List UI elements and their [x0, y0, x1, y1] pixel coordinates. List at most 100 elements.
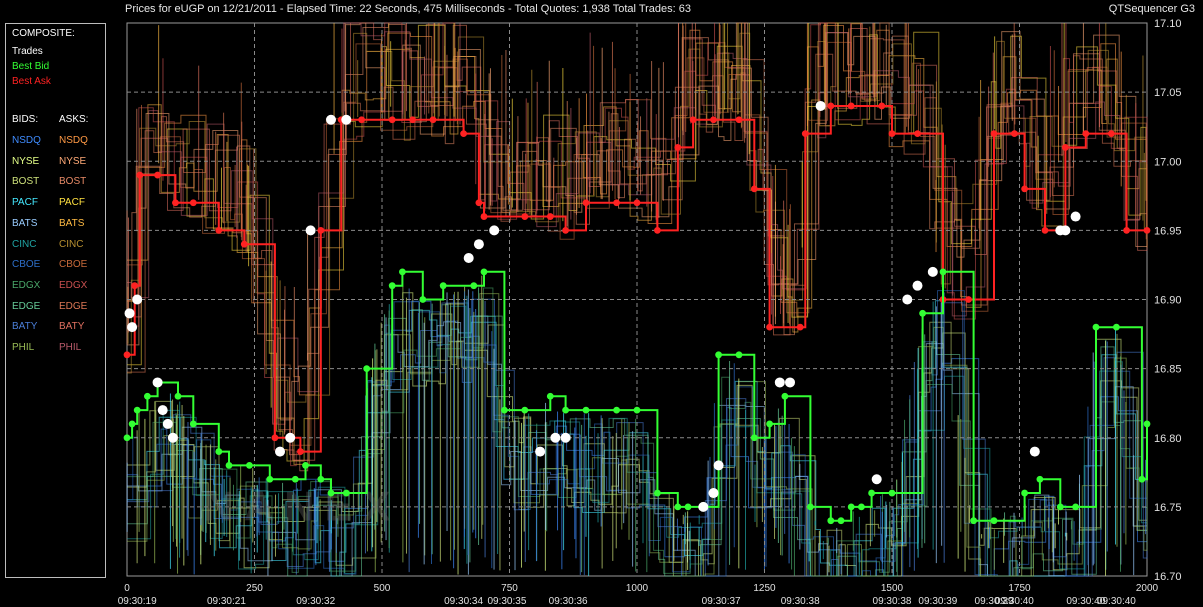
- y-tick-label: 16.95: [1154, 225, 1182, 237]
- data-point-best-ask: [735, 116, 743, 124]
- data-point-best-ask: [1143, 226, 1151, 234]
- data-point-best-bid: [317, 475, 325, 483]
- data-point-trade: [902, 294, 913, 305]
- x-tick-label: 1000: [626, 583, 649, 594]
- data-point-best-bid: [246, 462, 253, 469]
- y-tick-label: 17.05: [1154, 87, 1182, 99]
- y-tick-label: 17.10: [1154, 18, 1182, 30]
- time-label: 09:30:38: [873, 596, 912, 607]
- data-point-best-ask: [317, 226, 325, 234]
- data-point-trade: [489, 225, 500, 236]
- data-point-best-bid: [781, 392, 789, 400]
- data-point-trade: [1060, 225, 1071, 236]
- time-label: 09:30:40: [995, 596, 1034, 607]
- data-point-best-bid: [684, 503, 692, 511]
- data-point-trade: [473, 239, 484, 250]
- data-point-best-bid: [419, 296, 427, 303]
- data-point-best-ask: [460, 130, 467, 138]
- data-point-best-bid: [1056, 503, 1064, 511]
- data-point-best-ask: [215, 226, 223, 234]
- data-point-best-bid: [128, 420, 136, 428]
- data-point-best-bid: [970, 517, 977, 525]
- data-point-best-ask: [546, 213, 554, 220]
- data-point-trade: [927, 266, 938, 277]
- data-point-best-bid: [215, 448, 223, 455]
- time-label: 09:30:21: [207, 596, 246, 607]
- data-point-best-ask: [990, 130, 998, 138]
- data-point-best-ask: [136, 171, 144, 179]
- data-point-trade: [285, 432, 296, 443]
- data-point-best-bid: [582, 406, 590, 414]
- x-tick-label: 500: [374, 583, 391, 594]
- data-point-best-ask: [582, 199, 590, 207]
- data-point-trade: [305, 225, 316, 236]
- data-point-best-ask: [689, 116, 697, 124]
- y-tick-label: 16.70: [1154, 571, 1182, 583]
- watermark: NANEX: [204, 483, 401, 530]
- data-point-best-ask: [796, 323, 804, 331]
- data-point-best-bid: [342, 489, 350, 497]
- data-point-trade: [132, 294, 143, 305]
- data-point-best-ask: [123, 351, 131, 359]
- data-point-best-bid: [868, 489, 875, 497]
- data-point-trade: [127, 322, 138, 333]
- data-point-best-bid: [1143, 420, 1151, 428]
- data-point-best-ask: [1011, 130, 1018, 138]
- data-point-best-ask: [562, 226, 569, 234]
- data-point-best-bid: [939, 268, 947, 276]
- data-point-best-ask: [388, 116, 396, 124]
- data-point-best-bid: [837, 517, 845, 525]
- data-point-best-bid: [1092, 323, 1100, 331]
- data-point-best-ask: [750, 185, 758, 193]
- x-tick-label: 1250: [753, 583, 776, 594]
- data-point-best-bid: [919, 309, 926, 317]
- y-tick-label: 16.80: [1154, 433, 1182, 445]
- data-point-trade: [157, 405, 168, 416]
- data-point-trade: [124, 308, 135, 319]
- time-label: 09:30:36: [549, 596, 588, 607]
- data-point-trade: [1029, 446, 1040, 457]
- data-point-best-bid: [888, 489, 896, 497]
- data-point-best-ask: [1021, 185, 1028, 193]
- data-point-best-bid: [327, 489, 335, 497]
- data-point-best-bid: [123, 434, 131, 442]
- data-point-trade: [326, 114, 336, 125]
- data-point-best-bid: [225, 462, 233, 469]
- data-point-best-bid: [470, 282, 478, 290]
- data-point-trade: [698, 501, 709, 512]
- data-point-best-bid: [174, 392, 182, 400]
- data-point-best-ask: [888, 130, 896, 138]
- data-point-trade: [550, 432, 561, 443]
- data-point-best-ask: [633, 199, 641, 207]
- data-point-best-ask: [521, 213, 529, 220]
- time-label: 09:30:40: [1097, 596, 1136, 607]
- data-point-best-ask: [827, 102, 835, 110]
- data-point-best-ask: [766, 323, 773, 331]
- data-point-best-ask: [131, 282, 139, 290]
- data-point-trade: [774, 377, 785, 388]
- data-point-best-bid: [546, 392, 554, 400]
- data-point-trade: [162, 418, 173, 429]
- data-point-best-ask: [674, 144, 682, 151]
- data-point-best-bid: [189, 420, 197, 428]
- data-point-best-bid: [674, 503, 682, 511]
- data-point-best-bid: [766, 420, 773, 428]
- data-point-best-ask: [654, 226, 661, 234]
- data-point-best-ask: [878, 102, 886, 110]
- data-point-trade: [1070, 211, 1081, 222]
- data-point-best-bid: [847, 503, 855, 511]
- data-point-trade: [560, 432, 571, 443]
- data-point-best-bid: [363, 365, 371, 373]
- data-point-best-bid: [735, 351, 743, 359]
- data-point-best-bid: [480, 268, 488, 276]
- data-point-best-ask: [965, 296, 972, 303]
- x-tick-label: 1500: [881, 583, 904, 594]
- time-label: 09:30:34: [444, 596, 483, 607]
- y-tick-label: 17.00: [1154, 156, 1182, 168]
- data-point-best-bid: [654, 489, 661, 497]
- data-point-best-bid: [388, 282, 396, 290]
- data-point-best-bid: [266, 475, 274, 483]
- x-tick-label: 750: [501, 583, 518, 594]
- data-point-best-ask: [429, 116, 437, 124]
- data-point-best-bid: [439, 282, 447, 290]
